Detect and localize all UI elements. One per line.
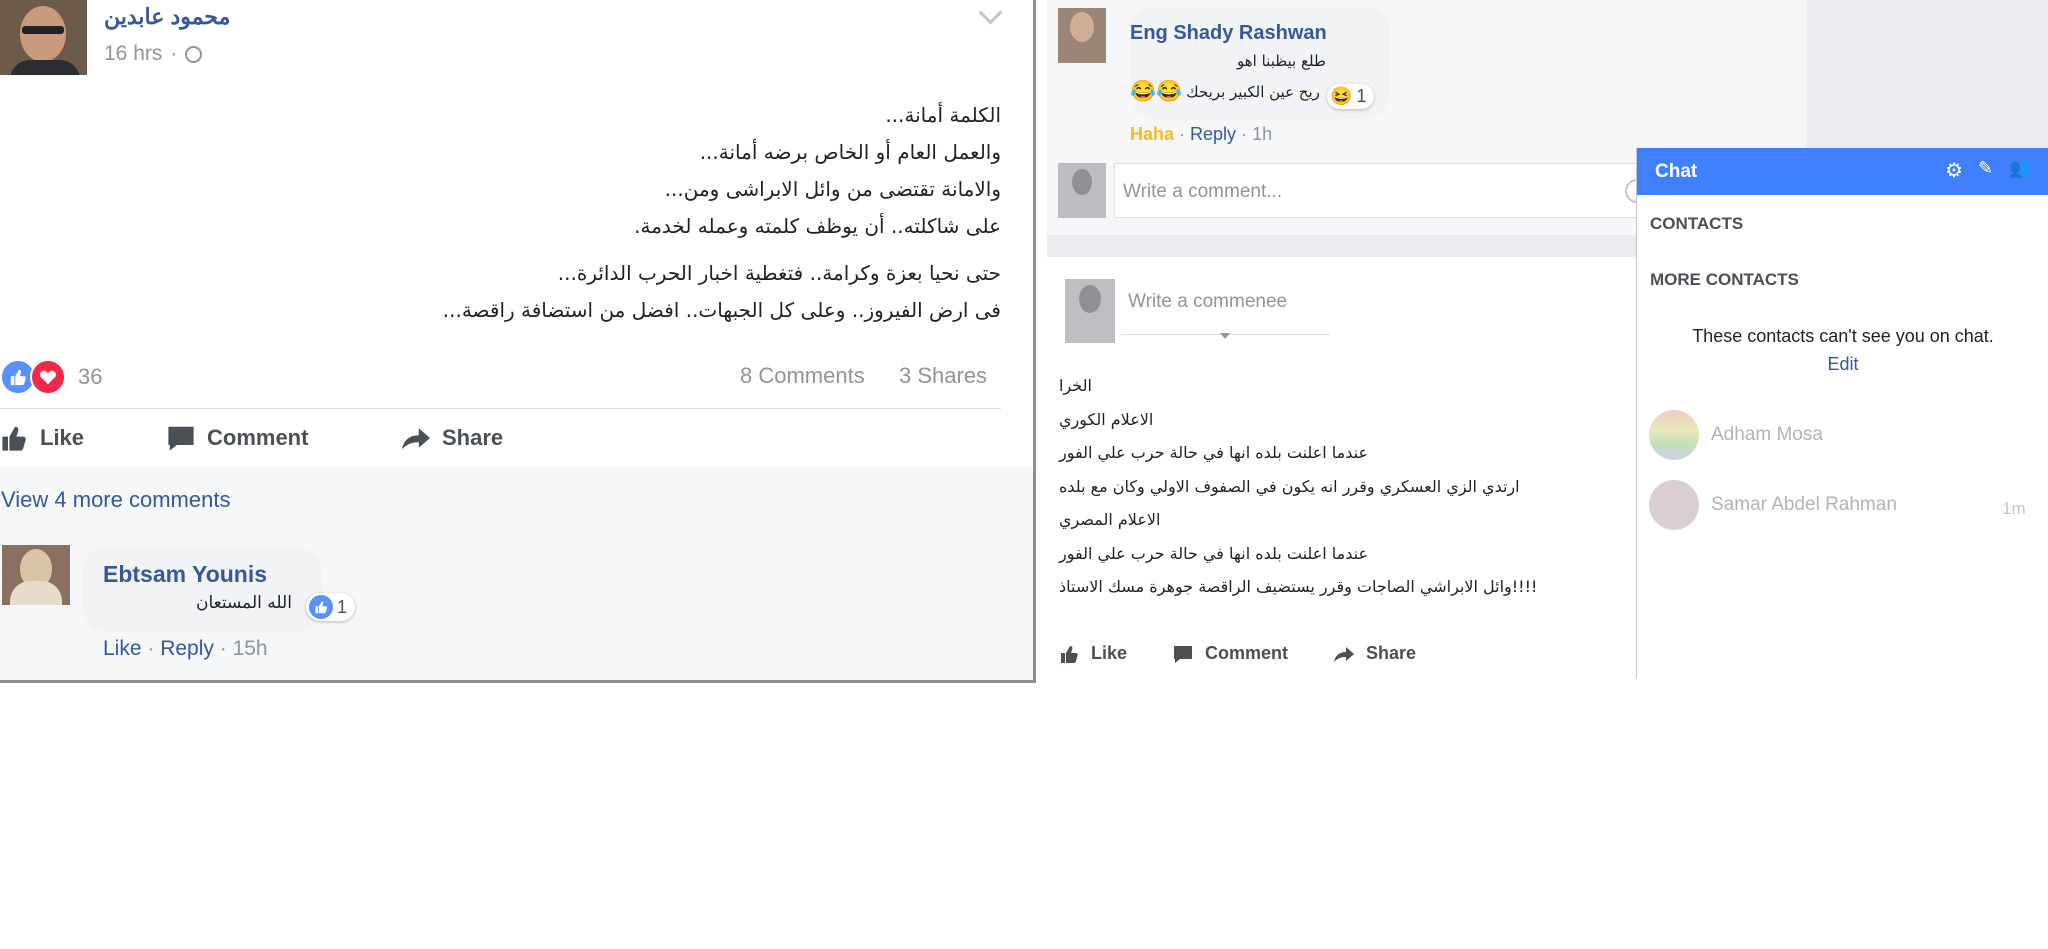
post-timestamp[interactable]: 16 hrs ·	[104, 42, 203, 66]
author-avatar[interactable]	[0, 0, 87, 75]
post-text-line: والعمل العام أو الخاص برضه أمانة...	[699, 140, 1001, 164]
contacts-icon[interactable]: 👥	[2009, 158, 2031, 179]
more-contacts-header: MORE CONTACTS	[1650, 270, 1799, 289]
reaction-summary[interactable]: 36	[0, 359, 102, 395]
commenter-avatar[interactable]	[1058, 8, 1106, 63]
post-text-line: ارتدي الزي العسكري وقرر انه يكون في الصف…	[1059, 476, 1520, 496]
post-text-line: والامانة تقتضى من وائل الابراشى ومن...	[664, 177, 1001, 201]
globe-icon	[185, 45, 203, 63]
post-time-text: 16 hrs	[104, 42, 163, 65]
gear-icon[interactable]: ⚙	[1945, 158, 1963, 183]
right-sidebar-strip	[1807, 0, 2048, 150]
shares-count[interactable]: 3 Shares	[899, 363, 987, 389]
comment-author[interactable]: Ebtsam Younis	[103, 561, 267, 588]
share-arrow-icon	[402, 428, 430, 450]
left-post-panel: محمود عابدين 16 hrs · الكلمة أمانة... وا…	[0, 0, 1036, 683]
thumbs-up-icon	[1061, 645, 1078, 663]
share-button[interactable]: Share	[1332, 643, 1416, 664]
comment-bubble	[82, 547, 322, 632]
comment-time[interactable]: 15h	[233, 637, 268, 660]
post-options-chevron-icon[interactable]	[978, 0, 1003, 25]
post-text-line: عندما اعلنت بلده انها في حالة حرب علي ال…	[1059, 543, 1368, 563]
post-text-line: حتى نحيا بعزة وكرامة.. فتغطية اخبار الحر…	[557, 261, 1001, 285]
contacts-header: CONTACTS	[1650, 214, 1744, 233]
commenter-avatar[interactable]	[2, 545, 70, 605]
post-text-line: الكلمة أمانة...	[885, 103, 1001, 127]
post-text-line: الاعلام المصري	[1059, 510, 1161, 529]
comment-reaction-count[interactable]: 😆 1	[1327, 84, 1375, 109]
comment-text-line: طلع بيظبنا اهو	[1237, 52, 1326, 70]
author-avatar	[1065, 279, 1115, 343]
haha-reaction-icon: 😆	[1330, 86, 1353, 106]
thumbs-up-icon	[2, 426, 26, 451]
like-button[interactable]: Like	[1059, 643, 1127, 664]
reaction-count: 36	[78, 364, 103, 389]
post-text-line: !!!!وائل الابراشي الصاجات وقرر يستضيف ال…	[1059, 577, 1538, 596]
comment-like-link[interactable]: Like	[103, 637, 142, 660]
post-text-line: عندما اعلنت بلده انها في حالة حرب علي ال…	[1059, 443, 1368, 462]
haha-reaction-label[interactable]: Haha	[1130, 124, 1174, 144]
post-text-line: على شاكلته.. أن يوظف كلمته وعمله لخدمة.	[634, 214, 1001, 238]
comment-meta: Haha · Reply · 1h	[1130, 124, 1273, 144]
comment-icon	[168, 426, 194, 451]
my-avatar	[1058, 163, 1106, 218]
post-text: الخرا الاعلام الكوري عندما اعلنت بلده ان…	[1059, 369, 1537, 604]
comment-reaction-count[interactable]: 1	[306, 593, 356, 621]
write-comment-placeholder: Write a commenee	[1128, 291, 1288, 312]
chevron-down-icon	[1220, 333, 1230, 339]
comment-text: الله المستعان	[196, 593, 292, 613]
comment-author[interactable]: Eng Shady Rashwan	[1130, 22, 1327, 45]
chat-edit-link[interactable]: Edit	[1637, 354, 2048, 375]
contact-avatar	[1649, 480, 1699, 530]
write-comment-placeholder: Write a comment...	[1123, 181, 1283, 202]
comment-button[interactable]: Comment	[1171, 643, 1288, 664]
comment-reply-link[interactable]: Reply	[160, 637, 214, 660]
write-comment-input[interactable]: Write a commenee	[1122, 279, 1330, 335]
comment-icon	[1174, 645, 1192, 663]
chat-header[interactable]: Chat ⚙ ✎ 👥	[1637, 148, 2048, 195]
compose-icon[interactable]: ✎	[1978, 158, 1993, 179]
post-text-cut-line	[181, 245, 1001, 255]
comment-button[interactable]: Comment	[165, 424, 308, 452]
comments-count[interactable]: 8 Comments	[740, 363, 865, 389]
post-text-line: الاعلام الكوري	[1059, 409, 1154, 429]
post-text-line: الخرا	[1059, 376, 1092, 395]
share-button[interactable]: Share	[400, 424, 503, 452]
contact-avatar	[1649, 410, 1699, 460]
love-reaction-icon	[30, 359, 66, 395]
comment-time[interactable]: 1h	[1252, 124, 1272, 144]
contact-active-time: 1m	[2002, 499, 2026, 518]
comments-section: View 4 more comments Ebtsam Younis الله …	[0, 467, 1033, 680]
like-reaction-icon	[309, 595, 333, 619]
view-more-comments-link[interactable]: View 4 more comments	[1, 487, 230, 513]
chat-panel: Chat ⚙ ✎ 👥 CONTACTS MORE CONTACTS These …	[1636, 148, 2048, 678]
right-post-panel: Eng Shady Rashwan طلع بيظبنا اهو 😂😂 ريح …	[1047, 0, 2048, 678]
comment-text-line-with-emoji: 😂😂 ريح عين الكبير بريحك	[1130, 80, 1320, 103]
chat-notice: These contacts can't see you on chat.	[1692, 326, 1994, 346]
post-text-line: فى ارض الفيروز.. وعلى كل الجبهات.. افضل …	[442, 298, 1001, 322]
share-arrow-icon	[1334, 646, 1354, 662]
divider	[0, 408, 1001, 409]
chat-contact[interactable]: Samar Abdel Rahman	[1649, 480, 1897, 530]
like-button[interactable]: Like	[0, 424, 84, 452]
chat-contact[interactable]: Adham Mosa	[1649, 410, 1823, 460]
chat-title: Chat	[1655, 161, 1698, 182]
laughing-emoji-icon: 😂😂	[1130, 80, 1183, 103]
comment-reply-link[interactable]: Reply	[1190, 124, 1236, 144]
comment-meta: Like · Reply · 15h	[103, 637, 268, 660]
post-author-name[interactable]: محمود عابدين	[104, 4, 230, 30]
post-text: الكلمة أمانة... والعمل العام أو الخاص بر…	[181, 97, 1001, 329]
